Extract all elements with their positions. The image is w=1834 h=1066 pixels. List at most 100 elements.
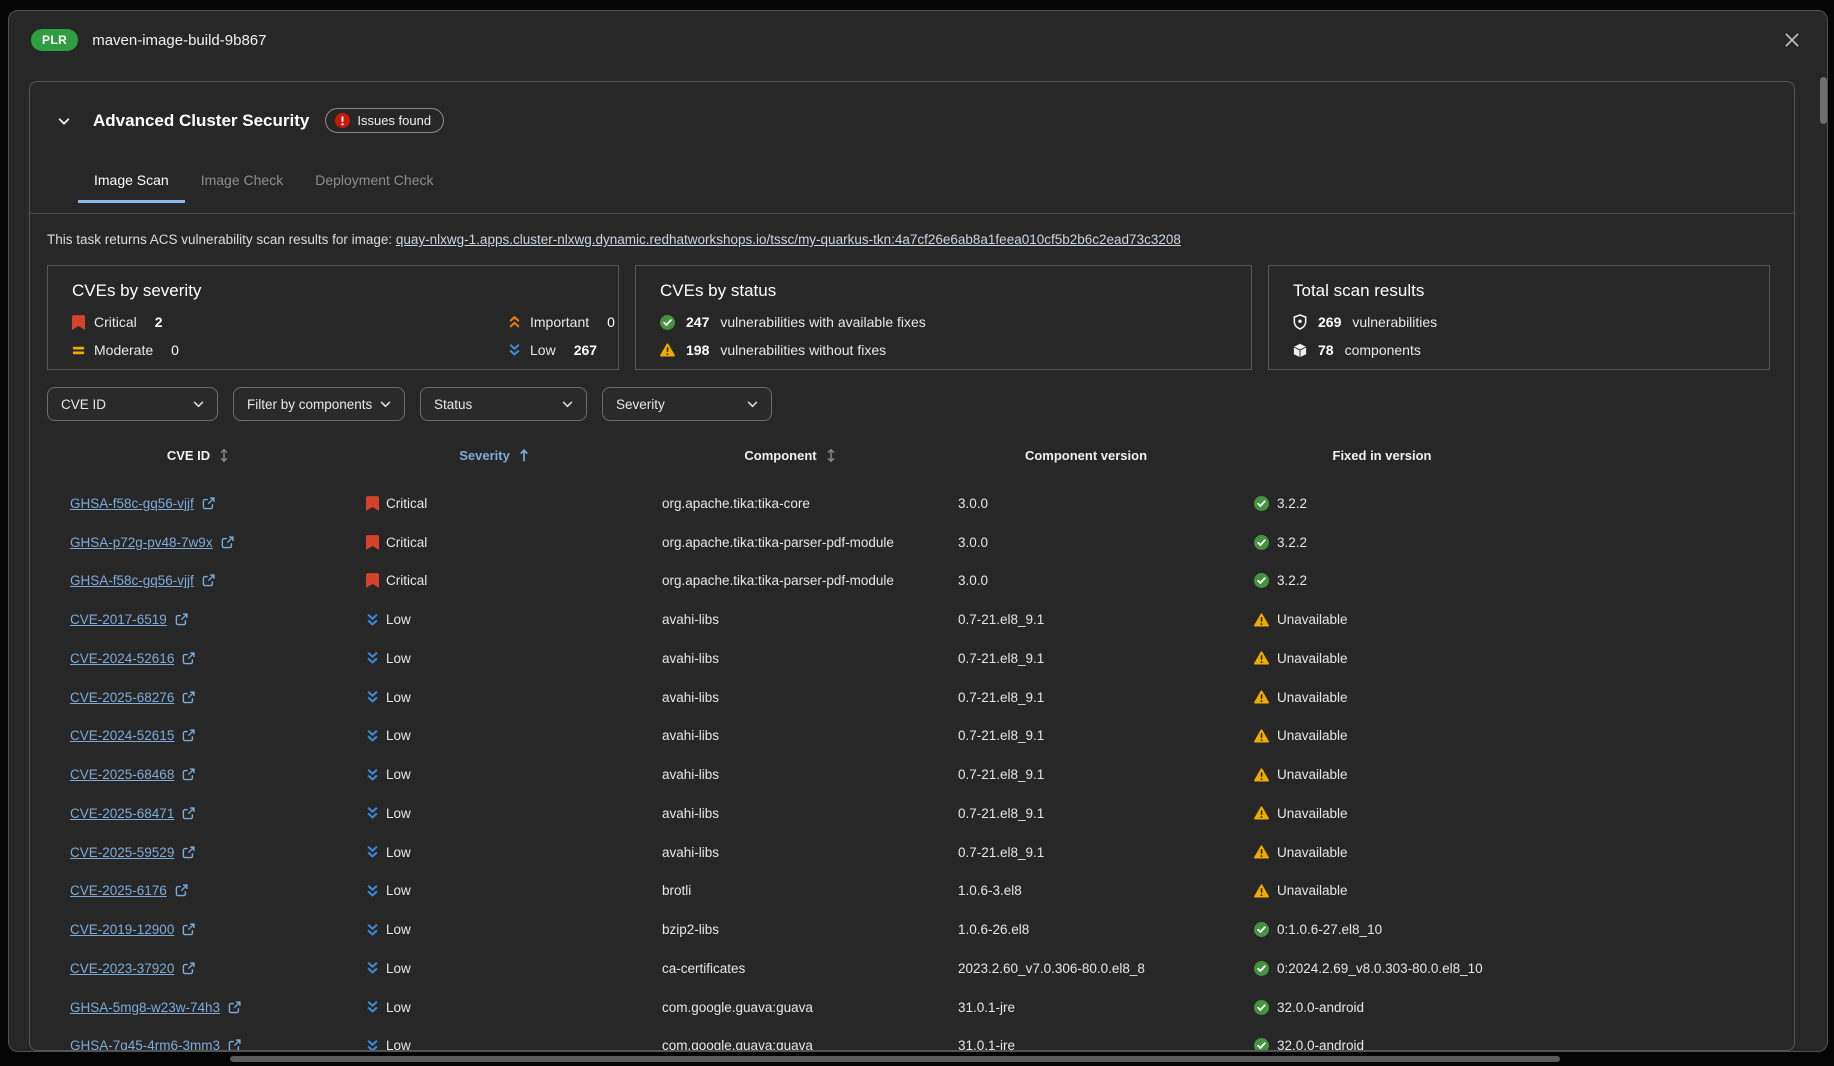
- check-circle-icon: [1254, 573, 1269, 588]
- important-count: Important 0: [508, 314, 618, 330]
- fixed-version-label: Unavailable: [1277, 883, 1348, 898]
- severity-cell: Low: [346, 1038, 642, 1051]
- tab-image-check[interactable]: Image Check: [185, 168, 299, 203]
- component-version-cell: 0.7-21.el8_9.1: [938, 728, 1234, 743]
- fixed-in-version-cell: 32.0.0-android: [1234, 1038, 1530, 1051]
- severity-label: Low: [386, 690, 411, 705]
- fixable-count: 247 vulnerabilities with available fixes: [660, 314, 1251, 330]
- severity-filter-dropdown[interactable]: Severity: [602, 387, 772, 421]
- external-link-icon[interactable]: [175, 613, 188, 626]
- component-cell: avahi-libs: [642, 845, 938, 860]
- severity-cell: Low: [346, 806, 642, 821]
- component-cell: org.apache.tika:tika-core: [642, 496, 938, 511]
- external-link-icon[interactable]: [228, 1039, 241, 1051]
- total-scan-results-card: Total scan results 269 vulnerabilities 7: [1268, 265, 1770, 370]
- image-link[interactable]: quay-nlxwg-1.apps.cluster-nlxwg.dynamic.…: [396, 232, 1181, 247]
- component-version-cell: 0.7-21.el8_9.1: [938, 651, 1234, 666]
- section-expand-toggle[interactable]: [57, 114, 71, 128]
- cve-link[interactable]: GHSA-f58c-gq56-vjjf: [70, 496, 194, 511]
- cve-id-cell: CVE-2019-12900: [50, 922, 346, 937]
- fixed-in-version-cell: 3.2.2: [1234, 535, 1530, 550]
- fixed-in-version-cell: Unavailable: [1234, 651, 1530, 666]
- external-link-icon[interactable]: [202, 497, 215, 510]
- external-link-icon[interactable]: [182, 962, 195, 975]
- severity-label: Low: [386, 651, 411, 666]
- acs-results-panel: Advanced Cluster Security Issues found I…: [29, 81, 1795, 1051]
- table-row: CVE-2025-68471Lowavahi-libs0.7-21.el8_9.…: [50, 794, 1530, 833]
- status-filter-label: Status: [434, 397, 472, 412]
- tab-deployment-check[interactable]: Deployment Check: [299, 168, 449, 203]
- fixed-version-label: 3.2.2: [1277, 573, 1307, 588]
- severity-cell: Low: [346, 961, 642, 976]
- fixed-version-label: 3.2.2: [1277, 496, 1307, 511]
- component-version-cell: 3.0.0: [938, 496, 1234, 511]
- severity-cell: Low: [346, 651, 642, 666]
- cve-id-header-label: CVE ID: [167, 448, 210, 463]
- close-icon: [1783, 31, 1801, 49]
- cve-link[interactable]: GHSA-f58c-gq56-vjjf: [70, 573, 194, 588]
- fixed-in-version-cell: 0:1.0.6-27.el8_10: [1234, 922, 1530, 937]
- fixed-in-version-cell: Unavailable: [1234, 690, 1530, 705]
- cve-link[interactable]: CVE-2017-6519: [70, 612, 167, 627]
- external-link-icon[interactable]: [182, 846, 195, 859]
- fixed-in-version-cell: Unavailable: [1234, 728, 1530, 743]
- horizontal-scrollbar-thumb[interactable]: [230, 1056, 1560, 1062]
- close-button[interactable]: [1779, 27, 1805, 53]
- cve-link[interactable]: GHSA-5mg8-w23w-74h3: [70, 1000, 220, 1015]
- cve-link[interactable]: CVE-2025-68471: [70, 806, 174, 821]
- low-severity-icon: [366, 1000, 379, 1014]
- critical-label: Critical: [94, 314, 137, 330]
- sort-both-icon: [219, 448, 229, 463]
- scan-description-text: This task returns ACS vulnerability scan…: [47, 232, 396, 247]
- cve-link[interactable]: CVE-2024-52616: [70, 651, 174, 666]
- external-link-icon[interactable]: [182, 807, 195, 820]
- external-link-icon[interactable]: [182, 768, 195, 781]
- cve-id-cell: CVE-2024-52615: [50, 728, 346, 743]
- cve-link[interactable]: CVE-2019-12900: [70, 922, 174, 937]
- column-header-cve-id[interactable]: CVE ID: [50, 448, 346, 463]
- component-cell: ca-certificates: [642, 961, 938, 976]
- tab-image-scan[interactable]: Image Scan: [78, 168, 185, 203]
- external-link-icon[interactable]: [202, 574, 215, 587]
- severity-header-label: Severity: [459, 448, 510, 463]
- tab-bar: Image Scan Image Check Deployment Check: [78, 168, 449, 203]
- external-link-icon[interactable]: [182, 652, 195, 665]
- cve-link[interactable]: GHSA-7g45-4rm6-3mm3: [70, 1038, 220, 1051]
- exclamation-circle-icon: [335, 113, 350, 128]
- external-link-icon[interactable]: [182, 923, 195, 936]
- external-link-icon[interactable]: [175, 884, 188, 897]
- cve-link[interactable]: CVE-2025-68468: [70, 767, 174, 782]
- fixed-version-label: 0:2024.2.69_v8.0.303-80.0.el8_10: [1277, 961, 1483, 976]
- external-link-icon[interactable]: [182, 729, 195, 742]
- cve-id-cell: GHSA-f58c-gq56-vjjf: [50, 496, 346, 511]
- external-link-icon[interactable]: [221, 536, 234, 549]
- table-header-row: CVE ID Severity Component Component vers…: [50, 448, 1530, 463]
- check-circle-icon: [1254, 535, 1269, 550]
- column-header-component[interactable]: Component: [642, 448, 938, 463]
- column-header-severity[interactable]: Severity: [346, 448, 642, 463]
- cve-id-cell: CVE-2025-6176: [50, 883, 346, 898]
- low-severity-icon: [366, 806, 379, 820]
- severity-label: Low: [386, 767, 411, 782]
- components-filter-dropdown[interactable]: Filter by components: [233, 387, 405, 421]
- vertical-scrollbar-thumb[interactable]: [1820, 77, 1827, 124]
- fixed-in-version-cell: Unavailable: [1234, 806, 1530, 821]
- cve-link[interactable]: CVE-2025-59529: [70, 845, 174, 860]
- table-row: CVE-2025-68468Lowavahi-libs0.7-21.el8_9.…: [50, 755, 1530, 794]
- cve-id-filter-dropdown[interactable]: CVE ID: [47, 387, 218, 421]
- external-link-icon[interactable]: [228, 1001, 241, 1014]
- status-filter-dropdown[interactable]: Status: [420, 387, 587, 421]
- cve-link[interactable]: CVE-2025-68276: [70, 690, 174, 705]
- fixed-in-version-cell: Unavailable: [1234, 767, 1530, 782]
- warning-triangle-icon: [1254, 690, 1269, 704]
- severity-label: Critical: [386, 535, 427, 550]
- cve-link[interactable]: CVE-2025-6176: [70, 883, 167, 898]
- issues-found-label: Issues found: [357, 113, 431, 128]
- external-link-icon[interactable]: [182, 691, 195, 704]
- cve-link[interactable]: CVE-2024-52615: [70, 728, 174, 743]
- cve-link[interactable]: GHSA-p72g-pv48-7w9x: [70, 535, 213, 550]
- cve-link[interactable]: CVE-2023-37920: [70, 961, 174, 976]
- component-cell: com.google.guava:guava: [642, 1038, 938, 1051]
- component-cell: avahi-libs: [642, 767, 938, 782]
- severity-label: Low: [386, 883, 411, 898]
